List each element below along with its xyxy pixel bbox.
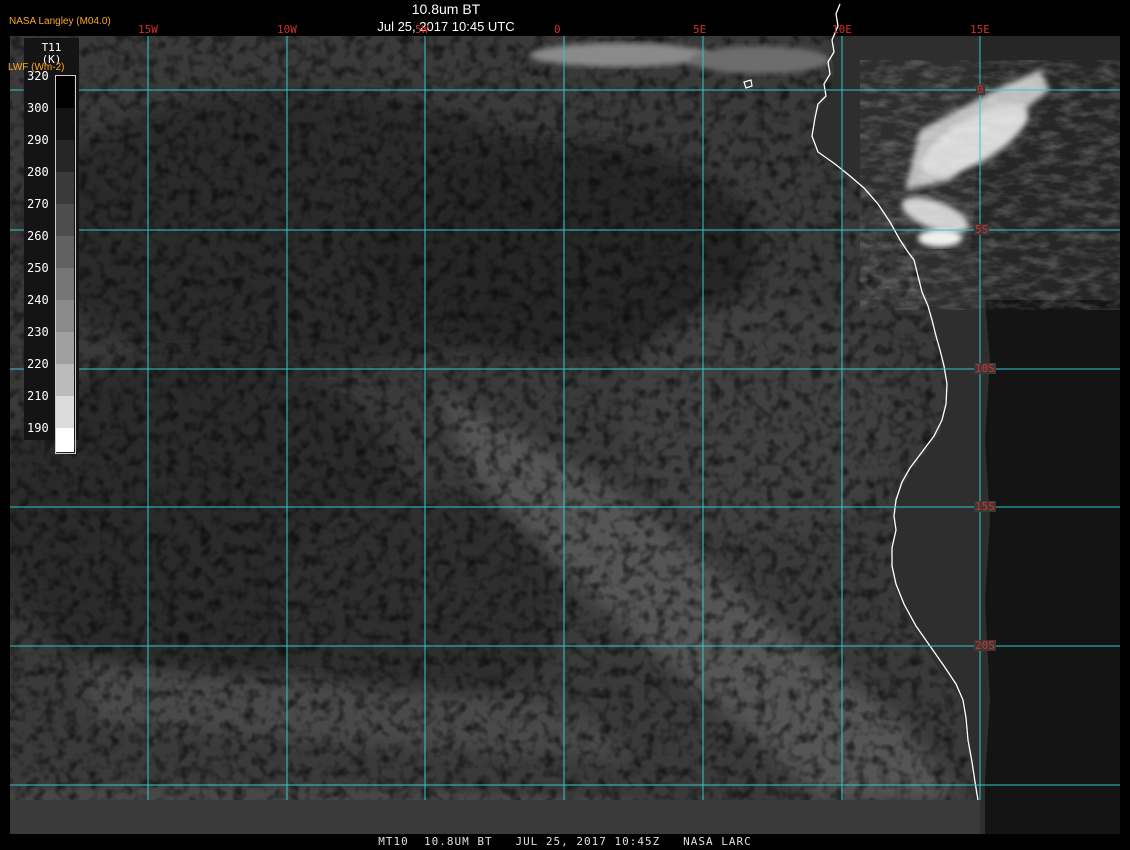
legend-tick-label: 250 — [27, 261, 49, 275]
legend-tick-label: 300 — [27, 101, 49, 115]
longitude-label: 15E — [970, 23, 990, 36]
image-title: 10.8um BT — [411, 1, 481, 17]
legend-tick-label: 270 — [27, 197, 49, 211]
legend-frame — [55, 75, 76, 454]
color-legend: T11 (K) 320 300 290 280 270 260 250 240 230 220 21… — [24, 38, 79, 454]
legend-tick-label: 190 — [27, 421, 49, 435]
latitude-label: 0 — [976, 83, 985, 96]
map-canvas — [0, 0, 1130, 850]
lwf-label: LWF (Wm-2) — [8, 62, 65, 73]
longitude-label: 5E — [693, 23, 707, 36]
longitude-label: 5W — [415, 23, 429, 36]
legend-tick-label: 240 — [27, 293, 49, 307]
legend-tick-label: 290 — [27, 133, 49, 147]
latitude-label: 20S — [974, 639, 996, 652]
legend-tick-label: 260 — [27, 229, 49, 243]
latitude-label: 15S — [974, 500, 996, 513]
image-timestamp: Jul 25, 2017 10:45 UTC — [377, 19, 515, 34]
longitude-label: 0 — [554, 23, 561, 36]
longitude-label: 10E — [832, 23, 852, 36]
satellite-image-view: 10.8um BT Jul 25, 2017 10:45 UTC NASA La… — [0, 0, 1130, 850]
legend-tick-label: 280 — [27, 165, 49, 179]
legend-tick-label: 230 — [27, 325, 49, 339]
longitude-label: 10W — [277, 23, 297, 36]
legend-tick-label: 220 — [27, 357, 49, 371]
latitude-label: 5S — [974, 223, 990, 236]
legend-tick-label: 210 — [27, 389, 49, 403]
land-dark-interior — [985, 300, 1120, 834]
latitude-label: 10S — [974, 362, 996, 375]
longitude-label: 15W — [138, 23, 158, 36]
credit-label: NASA Langley (M04.0) — [9, 16, 111, 27]
image-caption: MT10 10.8UM BT JUL 25, 2017 10:45Z NASA … — [378, 835, 752, 848]
